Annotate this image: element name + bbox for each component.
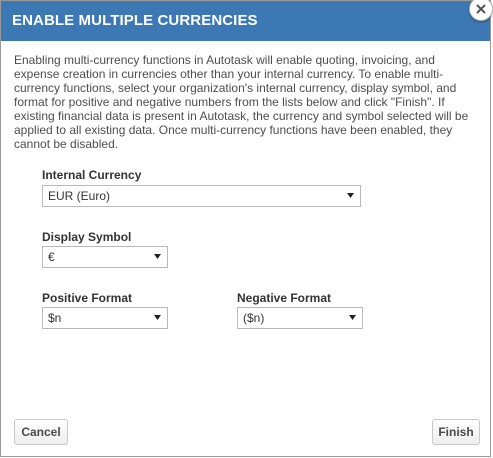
internal-currency-label: Internal Currency [42,168,142,182]
display-symbol-select[interactable]: € [42,246,168,268]
caret-down-icon [154,254,161,259]
positive-format-label: Positive Format [42,291,133,305]
caret-down-icon [347,193,354,198]
display-symbol-value: € [48,250,55,264]
dialog-description: Enabling multi-currency functions in Aut… [14,53,469,151]
negative-format-select[interactable]: ($n) [237,307,363,329]
close-icon [476,4,486,14]
internal-currency-select[interactable]: EUR (Euro) [42,185,361,207]
dialog-titlebar: ENABLE MULTIPLE CURRENCIES [1,1,490,41]
caret-down-icon [349,315,356,320]
caret-down-icon [154,315,161,320]
negative-format-label: Negative Format [237,291,332,305]
display-symbol-label: Display Symbol [42,230,132,244]
internal-currency-value: EUR (Euro) [48,189,111,203]
positive-format-select[interactable]: $n [42,307,168,329]
enable-multiple-currencies-dialog: ENABLE MULTIPLE CURRENCIES Enabling mult… [0,0,491,457]
cancel-button[interactable]: Cancel [14,419,68,445]
dialog-title: ENABLE MULTIPLE CURRENCIES [12,12,258,29]
finish-button[interactable]: Finish [432,419,480,445]
positive-format-value: $n [48,311,62,325]
negative-format-value: ($n) [243,311,265,325]
